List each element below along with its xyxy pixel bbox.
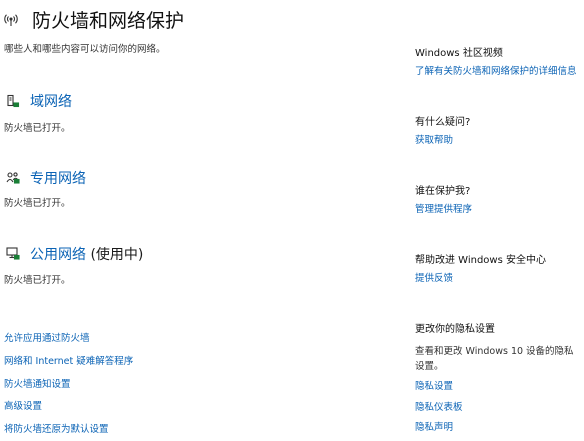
advanced-settings-link[interactable]: 高级设置 — [4, 398, 42, 412]
give-feedback-link[interactable]: 提供反馈 — [415, 270, 453, 284]
allow-app-through-firewall-link[interactable]: 允许应用通过防火墙 — [4, 330, 90, 344]
questions-title: 有什么疑问? — [415, 117, 471, 128]
public-network-in-use-label: (使用中) — [86, 247, 144, 263]
community-videos-title: Windows 社区视频 — [415, 48, 503, 59]
page-subtitle: 哪些人和哪些内容可以访问你的网络。 — [4, 44, 166, 55]
private-network-status: 防火墙已打开。 — [4, 198, 71, 209]
wifi-antenna-icon — [4, 13, 18, 27]
restore-firewall-defaults-link[interactable]: 将防火墙还原为默认设置 — [4, 421, 109, 435]
private-network-icon — [6, 170, 20, 184]
domain-network-status: 防火墙已打开。 — [4, 123, 71, 134]
manage-providers-link[interactable]: 管理提供程序 — [415, 201, 472, 215]
public-network-status: 防火墙已打开。 — [4, 275, 71, 286]
privacy-statement-link[interactable]: 隐私声明 — [415, 419, 453, 433]
public-network-icon — [6, 246, 20, 260]
privacy-description-continued: 设置。 — [415, 361, 444, 372]
privacy-settings-title: 更改你的隐私设置 — [415, 324, 495, 335]
improve-security-title: 帮助改进 Windows 安全中心 — [415, 255, 546, 266]
get-help-link[interactable]: 获取帮助 — [415, 132, 453, 146]
who-protects-me-title: 谁在保护我? — [415, 186, 471, 197]
page-title: 防火墙和网络保护 — [32, 10, 185, 32]
firewall-notification-settings-link[interactable]: 防火墙通知设置 — [4, 376, 71, 390]
privacy-dashboard-link[interactable]: 隐私仪表板 — [415, 399, 463, 413]
private-network-link[interactable]: 专用网络 — [30, 168, 86, 188]
privacy-settings-link[interactable]: 隐私设置 — [415, 378, 453, 392]
private-network-label: 专用网络 — [30, 171, 86, 187]
public-network-link[interactable]: 公用网络 (使用中) — [30, 244, 143, 264]
public-network-label: 公用网络 — [30, 247, 86, 263]
privacy-description: 查看和更改 Windows 10 设备的隐私 — [415, 346, 574, 357]
network-troubleshooter-link[interactable]: 网络和 Internet 疑难解答程序 — [4, 353, 133, 367]
domain-network-link[interactable]: 域网络 — [30, 91, 72, 111]
domain-network-label: 域网络 — [30, 94, 72, 110]
learn-more-link[interactable]: 了解有关防火墙和网络保护的详细信息 — [415, 63, 577, 77]
domain-network-icon — [6, 94, 20, 108]
